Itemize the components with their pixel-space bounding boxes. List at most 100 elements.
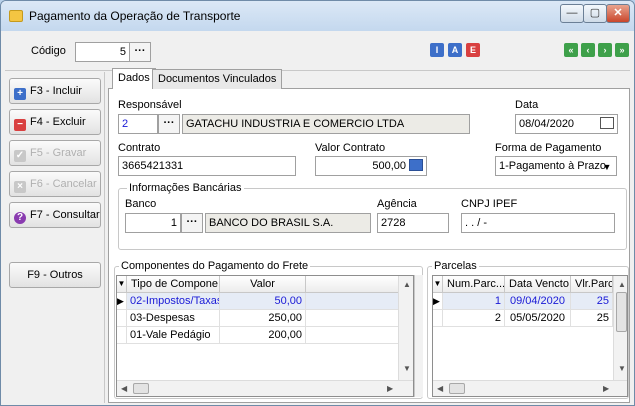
scroll-down-icon[interactable]: ▼ — [403, 364, 411, 373]
gravar-label: F5 - Gravar — [30, 147, 87, 159]
scroll-thumb[interactable] — [133, 383, 149, 394]
forma-pagamento-select[interactable]: 1-Pagamento à Prazo ▼ — [495, 156, 617, 176]
responsavel-code-field[interactable]: 2 — [118, 114, 158, 134]
forma-pagamento-value: 1-Pagamento à Prazo — [499, 160, 607, 172]
window-body: Código 5 ··· I A E « ‹ › » + F3 - Incluir… — [5, 31, 630, 403]
responsavel-label: Responsável — [118, 99, 182, 111]
banco-label: Banco — [125, 198, 157, 210]
parcela-valor-cell[interactable]: 25 — [571, 293, 613, 310]
parcela-data-cell[interactable]: 09/04/2020 — [505, 293, 571, 310]
tab-documentos-vinculados[interactable]: Documentos Vinculados — [152, 69, 283, 90]
previous-record-icon[interactable]: ‹ — [581, 43, 595, 57]
last-record-icon[interactable]: » — [615, 43, 629, 57]
parcelas-group: Parcelas ▼ Num.Parc... Data Vencto Vlr.P… — [427, 260, 629, 399]
alter-icon[interactable]: A — [448, 43, 462, 57]
exclude-icon[interactable]: E — [466, 43, 480, 57]
row-indicator — [117, 327, 127, 344]
scroll-up-icon[interactable]: ▲ — [618, 280, 626, 289]
close-button[interactable]: ✕ — [606, 4, 630, 23]
contrato-label: Contrato — [118, 142, 161, 154]
next-record-icon[interactable]: › — [598, 43, 612, 57]
calendar-icon[interactable] — [600, 117, 614, 129]
scroll-down-icon[interactable]: ▼ — [618, 364, 626, 373]
excluir-button[interactable]: − F4 - Excluir — [9, 109, 101, 135]
contrato-field[interactable]: 3665421331 — [118, 156, 296, 176]
codigo-field[interactable]: 5 — [75, 42, 129, 62]
codigo-lookup-button[interactable]: ··· — [129, 42, 151, 62]
scroll-left-icon[interactable]: ◀ — [121, 384, 127, 393]
parcelas-header-data[interactable]: Data Vencto — [505, 276, 571, 293]
componentes-grid[interactable]: ▼ Tipo de Compone... Valor ▶ 02-Impostos… — [116, 275, 414, 397]
outros-button[interactable]: F9 - Outros — [9, 262, 101, 288]
chevron-down-icon[interactable]: ▼ — [599, 158, 615, 175]
parcelas-header-num[interactable]: Num.Parc... — [443, 276, 505, 293]
incluir-label: F3 - Incluir — [30, 85, 82, 97]
plus-icon: + — [14, 88, 26, 100]
agencia-label: Agência — [377, 198, 417, 210]
valor-contrato-field[interactable]: 500,00 — [315, 156, 427, 176]
info-icon[interactable]: I — [430, 43, 444, 57]
scroll-right-icon[interactable]: ▶ — [603, 384, 609, 393]
componentes-header-valor[interactable]: Valor — [220, 276, 306, 293]
componente-empty-cell — [306, 327, 399, 344]
componentes-horizontal-scrollbar[interactable]: ◀ ▶ — [117, 380, 413, 396]
parcela-data-cell[interactable]: 05/05/2020 — [505, 310, 571, 327]
cancelar-label: F6 - Cancelar — [30, 178, 97, 190]
check-icon: ✓ — [14, 150, 26, 162]
cancelar-button[interactable]: × F6 - Cancelar — [9, 171, 101, 197]
incluir-button[interactable]: + F3 - Incluir — [9, 78, 101, 104]
componente-valor-cell[interactable]: 50,00 — [220, 293, 306, 310]
data-value: 08/04/2020 — [519, 118, 575, 130]
componente-tipo-cell[interactable]: 02-Impostos/Taxas — [127, 293, 220, 310]
parcela-valor-cell[interactable]: 25 — [571, 310, 613, 327]
first-record-icon[interactable]: « — [564, 43, 578, 57]
parcela-num-cell[interactable]: 1 — [443, 293, 505, 310]
tab-dados[interactable]: Dados — [112, 68, 156, 90]
minus-icon: − — [14, 119, 26, 131]
banco-code-field[interactable]: 1 — [125, 213, 181, 233]
componente-tipo-cell[interactable]: 03-Despesas — [127, 310, 220, 327]
componentes-group: Componentes do Pagamento do Frete ▼ Tipo… — [114, 260, 423, 399]
title-bar: Pagamento da Operação de Transporte — ▢ … — [1, 1, 634, 31]
excluir-label: F4 - Excluir — [30, 116, 86, 128]
row-pointer-icon: ▶ — [433, 293, 443, 310]
banco-lookup-button[interactable]: ··· — [181, 213, 203, 233]
gravar-button[interactable]: ✓ F5 - Gravar — [9, 140, 101, 166]
calculator-icon[interactable] — [409, 159, 423, 171]
banco-name-field: BANCO DO BRASIL S.A. — [205, 213, 371, 233]
main-area: Dados Documentos Vinculados Responsável … — [108, 68, 630, 403]
question-icon: ? — [14, 212, 26, 224]
scroll-thumb[interactable] — [449, 383, 465, 394]
consultar-button[interactable]: ? F7 - Consultar — [9, 202, 101, 228]
valor-contrato-label: Valor Contrato — [315, 142, 386, 154]
scroll-thumb[interactable] — [616, 292, 627, 332]
componente-tipo-cell[interactable]: 01-Vale Pedágio — [127, 327, 220, 344]
scroll-up-icon[interactable]: ▲ — [403, 280, 411, 289]
componentes-splitter[interactable] — [414, 275, 423, 397]
scroll-left-icon[interactable]: ◀ — [437, 384, 443, 393]
componente-valor-cell[interactable]: 200,00 — [220, 327, 306, 344]
componente-valor-cell[interactable]: 250,00 — [220, 310, 306, 327]
parcelas-grid[interactable]: ▼ Num.Parc... Data Vencto Vlr.Parce ▶ 1 … — [432, 275, 628, 397]
cnpj-label: CNPJ IPEF — [461, 198, 518, 210]
parcela-num-cell[interactable]: 2 — [443, 310, 505, 327]
scroll-right-icon[interactable]: ▶ — [387, 384, 393, 393]
maximize-button[interactable]: ▢ — [583, 4, 607, 23]
agencia-field[interactable]: 2728 — [377, 213, 449, 233]
parcelas-header-valor[interactable]: Vlr.Parce — [571, 276, 613, 293]
responsavel-lookup-button[interactable]: ··· — [158, 114, 180, 134]
consultar-label: F7 - Consultar — [30, 209, 100, 221]
cnpj-field[interactable]: . . / - — [461, 213, 615, 233]
header-bar: Código 5 ··· I A E « ‹ › » — [5, 31, 630, 71]
componentes-header-tipo[interactable]: Tipo de Compone... — [127, 276, 220, 293]
data-field[interactable]: 08/04/2020 — [515, 114, 618, 134]
componentes-vertical-scrollbar[interactable]: ▲ ▼ — [398, 276, 413, 380]
forma-pagamento-label: Forma de Pagamento — [495, 142, 602, 154]
app-icon — [9, 10, 23, 22]
data-label: Data — [515, 99, 539, 111]
parcelas-vertical-scrollbar[interactable]: ▲ ▼ — [613, 276, 627, 380]
parcelas-indicator-header: ▼ — [433, 276, 443, 293]
parcelas-horizontal-scrollbar[interactable]: ◀ ▶ — [433, 380, 627, 396]
minimize-button[interactable]: — — [560, 4, 584, 23]
dados-panel: Responsável 2 ··· GATACHU INDUSTRIA E CO… — [108, 89, 630, 403]
